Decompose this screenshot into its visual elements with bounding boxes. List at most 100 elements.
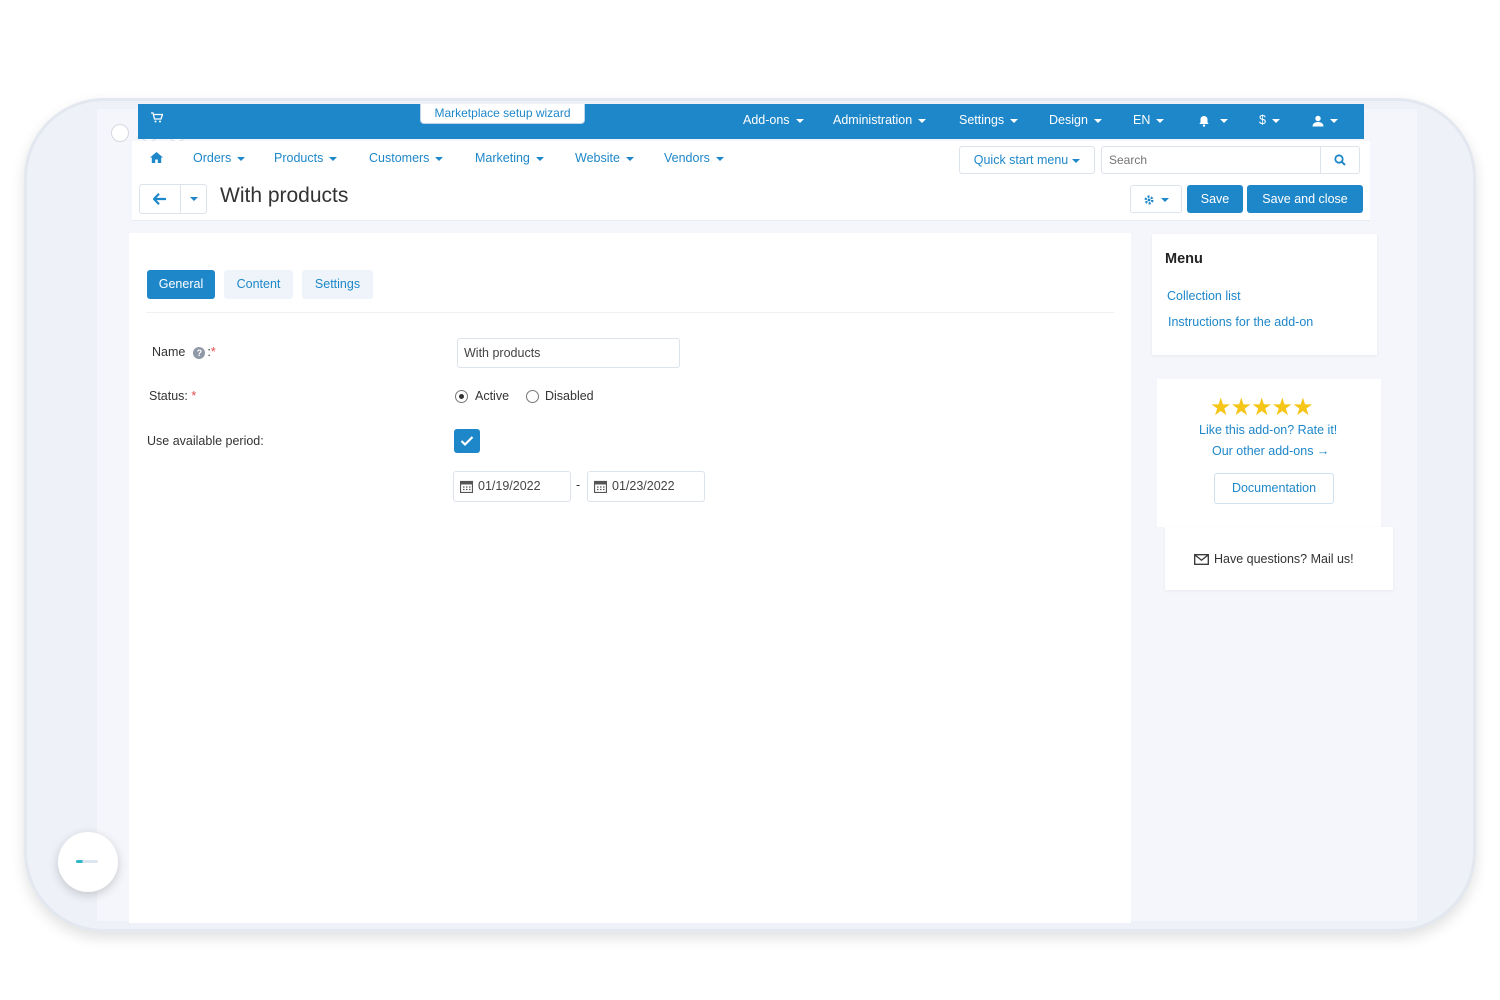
currency-menu-label: $ [1259,113,1266,127]
search-button[interactable] [1320,146,1360,174]
nav-vendors-label: Vendors [664,151,710,165]
chevron-down-icon [1072,158,1081,163]
date-to-input[interactable]: 01/23/2022 [587,471,705,502]
chevron-down-icon [1093,118,1102,123]
divider [180,185,181,213]
calendar-icon [594,480,607,493]
quick-start-label: Quick start menu [973,153,1069,167]
addons-menu-label: Add-ons [743,113,790,127]
nav-orders[interactable]: Orders [193,151,246,165]
chevron-down-icon [535,156,544,161]
status-active-label[interactable]: Active [475,389,509,403]
nav-website-label: Website [575,151,620,165]
nav-marketing[interactable]: Marketing [475,151,544,165]
page-title: With products [220,184,349,207]
mail-us-label: Have questions? Mail us! [1214,552,1354,566]
tab-settings[interactable]: Settings [302,270,373,299]
nav-website[interactable]: Website [575,151,634,165]
sidebar-menu-title: Menu [1165,251,1203,267]
required-mark: * [191,389,197,403]
status-label: Status: * [149,389,196,403]
nav-products-label: Products [274,151,324,165]
currency-menu[interactable]: $ [1259,113,1280,127]
required-mark: * [210,345,216,359]
chevron-down-icon[interactable] [190,197,198,201]
search-icon [1334,154,1346,166]
nav-marketing-label: Marketing [475,151,530,165]
chevron-down-icon [715,156,724,161]
nav-customers-label: Customers [369,151,430,165]
help-icon[interactable]: ? [193,346,206,359]
date-to-value: 01/23/2022 [612,479,675,493]
user-icon [1312,115,1324,127]
instructions-link[interactable]: Instructions for the add-on [1168,315,1313,329]
settings-menu[interactable]: Settings [959,113,1019,127]
save-button[interactable]: Save [1187,185,1243,213]
tab-content[interactable]: Content [224,270,293,299]
gear-icon [1144,195,1154,205]
status-label-text: Status: [149,389,188,403]
rating-stars[interactable]: ★★★★★ [1210,393,1314,422]
chevron-down-icon [1220,118,1228,123]
nav-customers[interactable]: Customers [369,151,444,165]
notifications-menu[interactable] [1198,113,1228,127]
chevron-down-icon [625,156,634,161]
main-content-panel [129,233,1131,923]
window-dot [111,124,129,142]
calendar-icon [460,480,473,493]
chevron-down-icon [1330,118,1338,123]
tabs-divider [146,312,1114,313]
chevron-down-icon [918,118,927,123]
chevron-down-icon [329,156,338,161]
documentation-button[interactable]: Documentation [1214,473,1334,504]
date-from-value: 01/19/2022 [478,479,541,493]
status-disabled-label[interactable]: Disabled [545,389,594,403]
setup-wizard-button[interactable]: Marketplace setup wizard [420,104,585,124]
addons-menu[interactable]: Add-ons [743,113,804,127]
chevron-down-icon [795,118,804,123]
search-input[interactable] [1101,146,1321,174]
back-button-group [139,184,207,214]
nav-vendors[interactable]: Vendors [664,151,724,165]
checkmark-icon [460,436,474,447]
home-icon[interactable] [150,151,163,166]
mail-us-link[interactable]: Have questions? Mail us! [1194,552,1354,566]
chevron-down-icon [1156,118,1165,123]
cart-icon[interactable] [151,112,164,126]
profile-menu[interactable] [1312,113,1338,127]
back-arrow-icon[interactable] [153,193,167,205]
settings-menu-label: Settings [959,113,1005,127]
rate-addon-link[interactable]: Like this add-on? Rate it! [1199,423,1337,437]
progress-indicator [76,860,98,863]
chevron-down-icon [435,156,444,161]
design-menu-label: Design [1049,113,1088,127]
period-checkbox[interactable] [454,429,480,453]
other-addons-link[interactable]: Our other add-ons → [1212,444,1329,458]
date-separator: - [576,478,581,492]
floating-action-button[interactable] [58,832,118,892]
administration-menu-label: Administration [833,113,913,127]
chevron-down-icon [1271,118,1280,123]
name-input[interactable]: With products [457,338,680,368]
administration-menu[interactable]: Administration [833,113,927,127]
name-label: Name?:* [152,345,216,359]
chevron-down-icon [237,156,246,161]
design-menu[interactable]: Design [1049,113,1102,127]
language-menu-label: EN [1133,113,1151,127]
status-disabled-radio[interactable] [526,390,539,403]
nav-orders-label: Orders [193,151,232,165]
save-and-close-button[interactable]: Save and close [1247,185,1363,213]
language-menu[interactable]: EN [1133,113,1165,127]
date-from-input[interactable]: 01/19/2022 [453,471,571,502]
chevron-down-icon [1161,197,1169,202]
tab-general[interactable]: General [147,270,215,299]
envelope-icon [1194,554,1209,566]
period-label: Use available period: [147,434,264,448]
collection-list-link[interactable]: Collection list [1167,289,1241,303]
settings-gear-button[interactable] [1130,185,1182,213]
status-active-radio[interactable] [455,390,468,403]
quick-start-menu-button[interactable]: Quick start menu [959,146,1095,174]
nav-products[interactable]: Products [274,151,338,165]
name-label-text: Name [152,345,186,359]
chevron-down-icon [1010,118,1019,123]
